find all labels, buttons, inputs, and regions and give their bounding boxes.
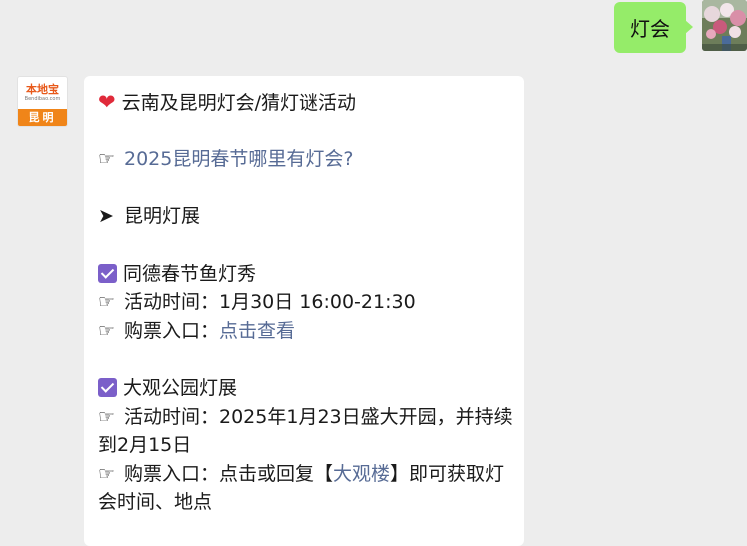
section-heading: 昆明灯展 [124,205,201,228]
event1-ticket-label: 购票入口： [124,319,220,342]
event2-title: 大观公园灯展 [123,376,238,399]
event1-time-line: ☞ 活动时间：1月30日 16:00-21:30 [98,288,518,317]
event2-ticket-prefix: 购票入口：点击或回复【 [124,462,334,485]
event1-time: 活动时间：1月30日 16:00-21:30 [124,291,416,314]
arrow-icon: ➤ [98,205,114,228]
event2-ticket-link[interactable]: 大观楼 [333,463,390,485]
pointing-hand-icon: ☞ [98,319,116,342]
event1-ticket-line: ☞ 购票入口：点击查看 [98,317,518,346]
account-url: Bendibao.com [24,96,61,102]
flower-photo-icon [702,0,747,51]
event2-time: 活动时间：2025年1月23日盛大开园，并持续到2月15日 [98,405,513,457]
account-city-label: 昆明 [18,109,67,126]
sent-message-bubble[interactable]: 灯会 [614,2,693,53]
account-logo: 本地宝 Bendibao.com [18,77,67,110]
section-heading-line: ➤ 昆明灯展 [98,202,518,231]
pointing-hand-icon: ☞ [98,291,116,314]
event2-ticket-line: ☞ 购票入口：点击或回复【大观楼】即可获取灯会时间、地点 [98,460,518,517]
lantern-guide-line: ☞ 2025昆明春节哪里有灯会? [98,145,518,174]
message-heading-line: ❤ 云南及昆明灯会/猜灯谜活动 [98,88,518,117]
message-heading: 云南及昆明灯会/猜灯谜活动 [121,92,357,114]
event2-title-line: 大观公园灯展 [98,374,518,403]
message-body: ❤ 云南及昆明灯会/猜灯谜活动 ☞ 2025昆明春节哪里有灯会? ➤ 昆明灯展 同德… [98,88,518,517]
pointing-hand-icon: ☞ [98,148,116,171]
event2-time-line: ☞ 活动时间：2025年1月23日盛大开园，并持续到2月15日 [98,403,518,460]
checkbox-icon [98,263,117,283]
pointing-hand-icon: ☞ [98,462,116,485]
sent-message-text: 灯会 [630,17,670,41]
checkbox-icon [98,377,117,397]
heart-icon: ❤ [98,90,116,114]
lantern-guide-link[interactable]: 2025昆明春节哪里有灯会? [124,148,353,170]
event1-title-line: 同德春节鱼灯秀 [98,260,518,289]
user-avatar[interactable] [702,0,747,51]
account-brand: 本地宝 [26,83,59,96]
event1-ticket-link[interactable]: 点击查看 [219,320,295,342]
event1-title: 同德春节鱼灯秀 [123,262,257,285]
pointing-hand-icon: ☞ [98,405,116,428]
received-message-card: ❤ 云南及昆明灯会/猜灯谜活动 ☞ 2025昆明春节哪里有灯会? ➤ 昆明灯展 同德… [84,76,524,546]
account-avatar[interactable]: 本地宝 Bendibao.com 昆明 [17,76,68,127]
